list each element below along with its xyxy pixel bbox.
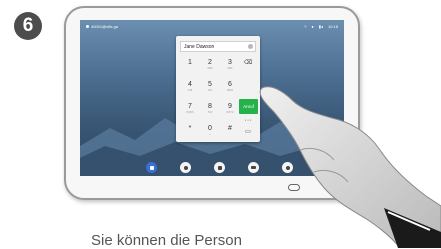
- bottom-toolbar: [80, 160, 344, 176]
- share-icon[interactable]: [248, 162, 259, 173]
- step-number-badge: 6: [14, 12, 42, 40]
- key-0[interactable]: 0 +: [200, 124, 220, 142]
- key-7[interactable]: 7 PQRS: [180, 102, 200, 120]
- touch-panel-device: 40001@vtfs.ga ? ● ▮◂ 10:18 Jane Dawson 1…: [64, 6, 360, 200]
- keyboard-icon[interactable]: ▭: [238, 128, 258, 146]
- device-screen: 40001@vtfs.ga ? ● ▮◂ 10:18 Jane Dawson 1…: [80, 20, 344, 176]
- key-hash[interactable]: #: [220, 124, 240, 142]
- device-address: 40001@vtfs.ga: [91, 23, 118, 29]
- key-2[interactable]: 2 ABC: [200, 58, 220, 76]
- clear-input-icon[interactable]: [248, 44, 253, 49]
- key-9[interactable]: 9 WXYZ: [220, 102, 240, 120]
- person-icon[interactable]: [180, 162, 191, 173]
- status-bar: 40001@vtfs.ga ? ● ▮◂ 10:18: [80, 20, 344, 32]
- instruction-caption: Sie können die Person: [91, 232, 242, 249]
- camera-icon[interactable]: [214, 162, 225, 173]
- dial-search-field[interactable]: Jane Dawson: [180, 41, 256, 52]
- key-star[interactable]: *: [180, 124, 200, 142]
- key-1[interactable]: 1: [180, 58, 200, 76]
- call-button-label: Anruf: [243, 104, 254, 109]
- camera-status-icon[interactable]: ▮◂: [319, 24, 323, 29]
- key-3[interactable]: 3 DEF: [220, 58, 240, 76]
- home-button[interactable]: [288, 184, 300, 191]
- settings-icon[interactable]: [282, 162, 293, 173]
- help-icon[interactable]: ?: [304, 24, 306, 29]
- do-not-disturb-icon[interactable]: ●: [311, 24, 313, 29]
- status-indicator-icon: [86, 24, 89, 28]
- key-4[interactable]: 4 GHI: [180, 80, 200, 98]
- dial-pad-panel: Jane Dawson 1 2 ABC 3 DEF ⌫ 4 GHI 5 JKL 6 MNO…: [176, 36, 260, 142]
- clock: 10:18: [327, 23, 338, 29]
- key-6[interactable]: 6 MNO: [220, 80, 240, 98]
- call-button[interactable]: Anruf: [239, 99, 258, 114]
- backspace-icon[interactable]: ⌫: [238, 59, 258, 77]
- key-5[interactable]: 5 JKL: [200, 80, 220, 98]
- key-8[interactable]: 8 TUV: [200, 102, 220, 120]
- step-number: 6: [22, 15, 34, 36]
- dialpad-icon[interactable]: [146, 162, 157, 173]
- dial-search-value: Jane Dawson: [184, 43, 215, 50]
